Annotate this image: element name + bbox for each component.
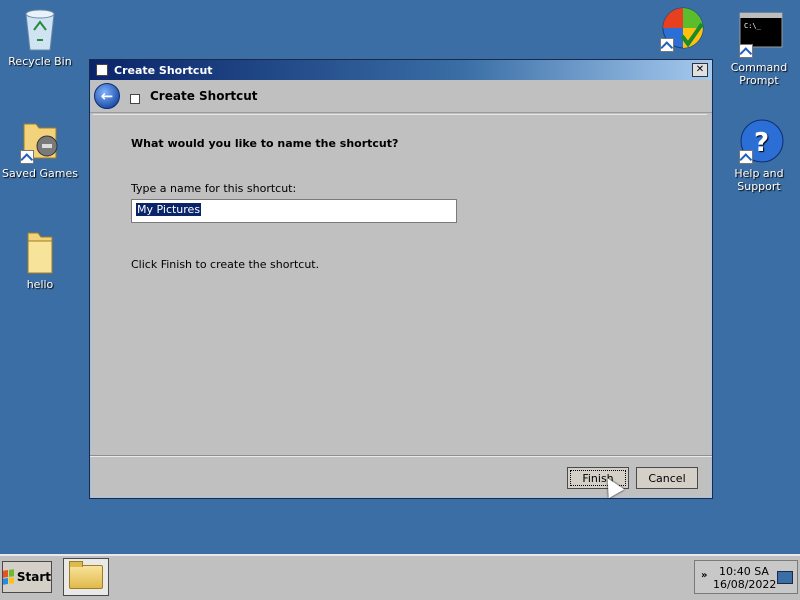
wizard-title: Create Shortcut (150, 89, 258, 103)
clock-date: 16/08/2022 (713, 578, 777, 591)
desktop-icon-label: Command Prompt (730, 61, 788, 87)
shortcut-arrow-icon (20, 150, 34, 164)
command-prompt-icon: C:\_ (739, 12, 783, 58)
desktop-icon-hello[interactable]: hello (0, 229, 80, 291)
start-label: Start (16, 570, 51, 584)
svg-text:C:\_: C:\_ (744, 22, 762, 30)
shortcut-arrow-icon (660, 38, 674, 52)
window-titlebar[interactable]: Create Shortcut ✕ (90, 60, 712, 80)
folder-icon (69, 561, 103, 589)
start-button[interactable]: Start (2, 561, 52, 593)
shortcut-name-input[interactable]: My Pictures (131, 199, 457, 223)
create-shortcut-window: Create Shortcut ✕ ← Create Shortcut What… (89, 59, 713, 499)
desktop-icon-label: Help and Support (734, 167, 784, 193)
shortcut-arrow-icon (739, 44, 753, 58)
desktop-icon-recycle-bin[interactable]: Recycle Bin (0, 6, 80, 68)
clock-time: 10:40 SA (719, 565, 769, 578)
name-field-label: Type a name for this shortcut: (131, 182, 297, 195)
desktop-icon-command-prompt[interactable]: C:\_ Command Prompt (719, 12, 799, 87)
windows-logo-icon (3, 569, 14, 585)
finish-hint: Click Finish to create the shortcut. (131, 258, 320, 271)
back-button[interactable]: ← (94, 83, 120, 109)
windows-update-icon (660, 6, 704, 52)
taskbar: Start » 10:40 SA 16/08/2022 (0, 554, 800, 600)
shortcut-arrow-icon (739, 150, 753, 164)
network-icon[interactable] (777, 571, 793, 584)
shortcut-name-value: My Pictures (136, 203, 202, 216)
desktop-icon-label: hello (26, 278, 54, 291)
taskbar-explorer-button[interactable] (63, 558, 109, 596)
wizard-question: What would you like to name the shortcut… (131, 137, 399, 150)
saved-games-icon (20, 118, 60, 164)
desktop-icon-label: Saved Games (2, 167, 78, 180)
window-title: Create Shortcut (114, 63, 213, 77)
wizard-header: ← Create Shortcut (90, 80, 712, 113)
close-button[interactable]: ✕ (692, 63, 708, 77)
system-tray: » 10:40 SA 16/08/2022 (694, 560, 798, 594)
desktop-icon-help-support[interactable]: ? Help and Support (719, 118, 799, 193)
folder-icon (20, 229, 60, 275)
clock[interactable]: 10:40 SA 16/08/2022 (713, 565, 777, 591)
shortcut-icon (96, 64, 108, 76)
shortcut-icon (130, 94, 140, 104)
cancel-button[interactable]: Cancel (636, 467, 698, 489)
help-support-icon: ? (739, 118, 784, 164)
recycle-bin-icon (20, 6, 60, 52)
desktop-icon-label: Recycle Bin (8, 55, 72, 68)
tray-expand-button[interactable]: » (701, 570, 707, 581)
svg-text:?: ? (754, 128, 769, 158)
wizard-content: What would you like to name the shortcut… (93, 114, 707, 455)
desktop-icon-windows-update[interactable] (640, 6, 720, 55)
desktop-icon-saved-games[interactable]: Saved Games (0, 118, 80, 180)
